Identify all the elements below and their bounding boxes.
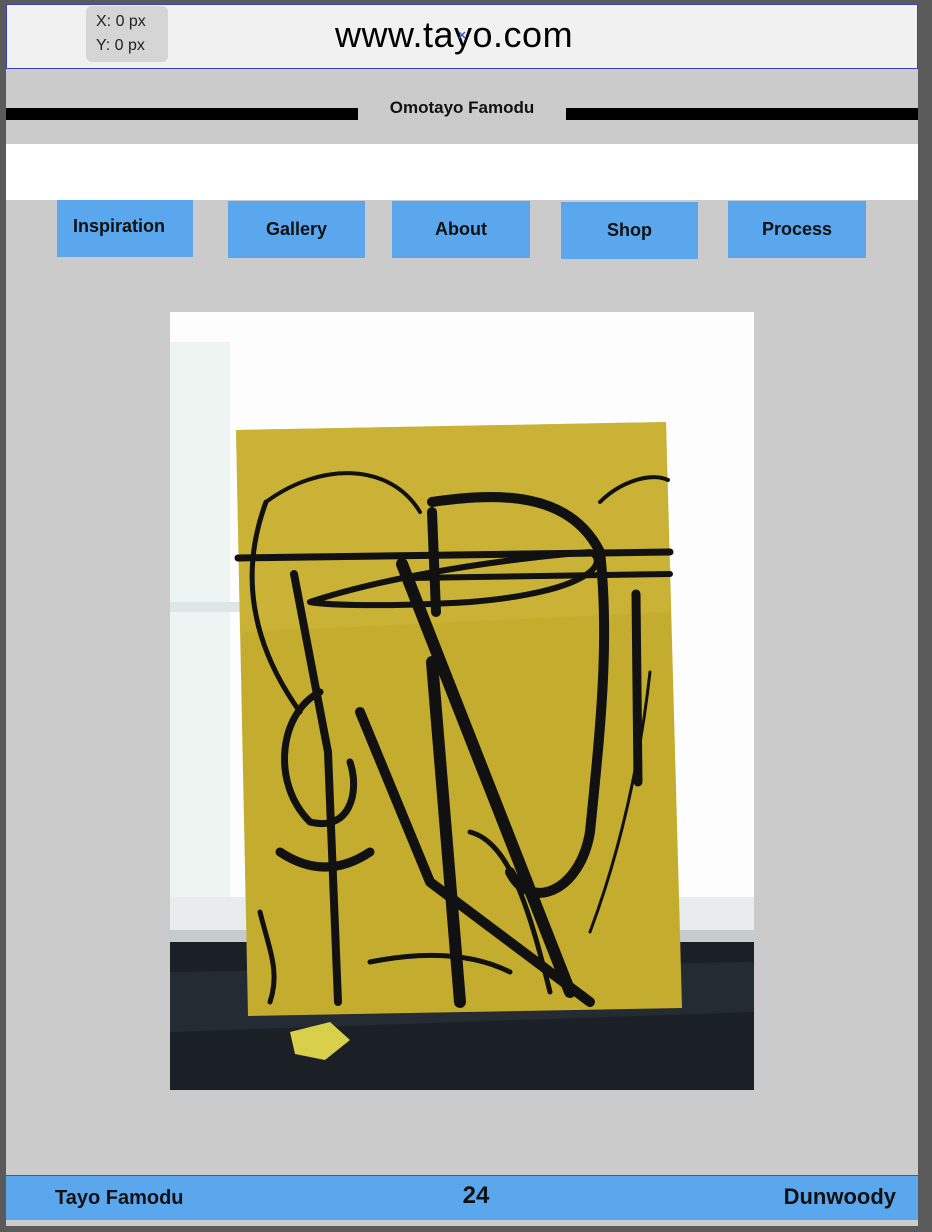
y-coordinate: Y: 0 px [96,37,145,54]
banner-strip [6,144,918,200]
nav-inspiration-button[interactable]: Inspiration [57,200,193,257]
footer-location: Dunwoody [783,1184,896,1209]
nav-gallery-button[interactable]: Gallery [228,201,365,258]
header-rule-left [6,108,358,120]
footer-page-number: 24 [462,1182,490,1209]
nav-shop-button[interactable]: Shop [561,202,698,259]
header-rule-right [566,108,918,120]
site-title: Omotayo Famodu [389,98,535,117]
footer-bar: Tayo Famodu 24 Dunwoody [6,1175,918,1220]
footer-author: Tayo Famodu [55,1187,184,1209]
address-bar[interactable]: X: 0 px Y: 0 px www.tayo.com [6,4,918,69]
artwork-photo [170,312,754,1090]
coordinate-readout: X: 0 px Y: 0 px [86,6,168,62]
text-cursor-icon [458,31,466,39]
browser-window: X: 0 px Y: 0 px www.tayo.com Omotayo Fam… [6,4,918,1226]
url-text[interactable]: www.tayo.com [335,14,573,56]
x-coordinate: X: 0 px [96,13,146,30]
nav-about-button[interactable]: About [392,201,530,258]
nav-process-button[interactable]: Process [728,201,866,258]
